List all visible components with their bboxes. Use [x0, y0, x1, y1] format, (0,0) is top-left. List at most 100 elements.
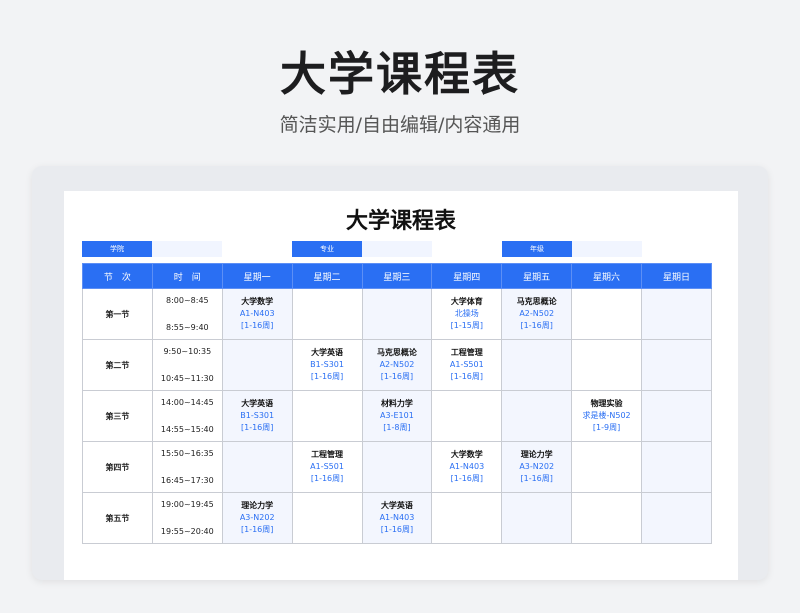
course-room: A1-S501: [310, 462, 344, 471]
course-room: A3-E101: [380, 411, 414, 420]
time-cell: 8:00~8:45 8:55~9:40: [151, 288, 223, 340]
time-cell: 19:00~19:45 19:55~20:40: [151, 492, 223, 544]
course-cell[interactable]: 工程管理 A1-S501 [1-16周]: [431, 339, 503, 391]
course-room: A1-N403: [379, 513, 415, 522]
course-cell[interactable]: [361, 288, 433, 340]
table-row: 第二节 9:50~10:35 10:45~11:30 大学英语 B1-S301 [1-16…: [82, 339, 712, 391]
column-header: 节 次: [82, 263, 153, 289]
course-weeks: [1-16周]: [520, 474, 553, 483]
course-cell[interactable]: [291, 390, 363, 442]
course-cell[interactable]: 马克思概论 A2-N502 [1-16周]: [361, 339, 433, 391]
course-cell[interactable]: [641, 339, 712, 391]
course-room: A3-N202: [239, 513, 275, 522]
hero-title: 大学课程表: [280, 47, 520, 101]
schedule-body: 第一节 8:00~8:45 8:55~9:40 大学数学 A1-N403 [1-16周] 大…: [82, 288, 712, 544]
info-value-major[interactable]: [362, 241, 432, 257]
course-cell[interactable]: 大学英语 A1-N403 [1-16周]: [361, 492, 433, 544]
course-cell[interactable]: [431, 390, 503, 442]
course-cell[interactable]: 材料力学 A3-E101 [1-8周]: [361, 390, 433, 442]
info-value-grade[interactable]: [572, 241, 642, 257]
course-name: 马克思概论: [516, 297, 557, 306]
time-cell: 9:50~10:35 10:45~11:30: [151, 339, 223, 391]
course-room: 北操场: [454, 309, 479, 318]
course-cell[interactable]: 大学数学 A1-N403 [1-16周]: [431, 441, 503, 493]
course-name: 马克思概论: [376, 348, 417, 357]
course-cell[interactable]: 大学英语 B1-S301 [1-16周]: [221, 390, 293, 442]
course-weeks: [1-16周]: [380, 372, 414, 381]
course-name: 大学英语: [241, 399, 274, 408]
course-room: A1-N403: [239, 309, 275, 318]
course-cell[interactable]: [361, 441, 433, 493]
course-cell[interactable]: [571, 288, 642, 340]
course-cell[interactable]: [641, 390, 712, 442]
table-row: 第三节 14:00~14:45 14:55~15:40 大学英语 B1-S301 [1-1…: [82, 390, 712, 442]
time-slot: 8:00~8:45: [165, 296, 209, 305]
course-cell[interactable]: [641, 492, 712, 544]
course-cell[interactable]: [291, 492, 363, 544]
column-header: 时 间: [151, 263, 223, 289]
course-weeks: [1-16周]: [520, 321, 553, 330]
time-cell: 14:00~14:45 14:55~15:40: [151, 390, 223, 442]
course-cell[interactable]: 大学英语 B1-S301 [1-16周]: [291, 339, 363, 391]
sheet-title: 大学课程表: [345, 209, 456, 234]
course-room: 求是楼-N502: [582, 411, 631, 420]
course-cell[interactable]: 理论力学 A3-N202 [1-16周]: [501, 441, 573, 493]
period-label: 第四节: [82, 441, 153, 493]
course-weeks: [1-16周]: [310, 372, 344, 381]
course-cell[interactable]: [221, 441, 293, 493]
course-name: 大学体育: [450, 297, 483, 306]
course-room: B1-S301: [310, 360, 344, 369]
course-room: A1-N403: [449, 462, 485, 471]
course-cell[interactable]: [641, 288, 712, 340]
info-label-major: 专业: [292, 241, 362, 257]
time-slot: 14:55~15:40: [160, 425, 214, 434]
course-room: A2-N502: [519, 309, 555, 318]
course-cell[interactable]: [571, 441, 642, 493]
time-slot: 10:45~11:30: [160, 374, 214, 383]
course-cell[interactable]: [291, 288, 363, 340]
course-cell[interactable]: 大学数学 A1-N403 [1-16周]: [221, 288, 293, 340]
course-weeks: [1-16周]: [240, 321, 274, 330]
course-cell[interactable]: [501, 339, 573, 391]
column-header: 星期三: [361, 263, 433, 289]
course-cell[interactable]: 马克思概论 A2-N502 [1-16周]: [501, 288, 573, 340]
course-name: 理论力学: [520, 450, 553, 459]
table-row: 第五节 19:00~19:45 19:55~20:40 理论力学 A3-N202 [1-1…: [82, 492, 712, 544]
course-cell[interactable]: [571, 339, 642, 391]
column-header: 星期六: [571, 263, 642, 289]
course-room: A1-S501: [449, 360, 484, 369]
course-name: 工程管理: [311, 450, 344, 459]
course-name: 理论力学: [241, 501, 274, 510]
column-header: 星期二: [291, 263, 363, 289]
course-cell[interactable]: [221, 339, 293, 391]
schedule-sheet: 大学课程表 学院 专业 年级 节 次时 间星期一 星期二 星期三 星期四 星期五 星期六星…: [64, 191, 738, 580]
course-weeks: [1-9周]: [592, 423, 621, 432]
course-cell[interactable]: [571, 492, 642, 544]
course-cell[interactable]: 大学体育北操场 [1-15周]: [431, 288, 503, 340]
course-room: A3-N202: [519, 462, 555, 471]
course-name: 大学数学: [241, 297, 274, 306]
course-weeks: [1-16周]: [310, 474, 344, 483]
course-cell[interactable]: 物理实验 求是楼-N502 [1-9周]: [571, 390, 642, 442]
course-weeks: [1-8周]: [383, 423, 411, 432]
course-cell[interactable]: 理论力学 A3-N202 [1-16周]: [221, 492, 293, 544]
column-header: 星期四: [431, 263, 503, 289]
course-cell[interactable]: [431, 492, 503, 544]
course-cell[interactable]: [501, 492, 573, 544]
course-weeks: [1-16周]: [240, 423, 274, 432]
info-label-college: 学院: [82, 241, 152, 257]
period-label: 第一节: [82, 288, 153, 340]
column-header: 星期一: [221, 263, 293, 289]
info-row: 学院 专业 年级: [82, 241, 712, 257]
column-header: 星期五: [501, 263, 573, 289]
course-weeks: [1-15周]: [450, 321, 484, 330]
course-cell[interactable]: [501, 390, 573, 442]
course-cell[interactable]: [641, 441, 712, 493]
course-room: B1-S301: [240, 411, 275, 420]
course-cell[interactable]: 工程管理 A1-S501 [1-16周]: [291, 441, 363, 493]
header-row: 节 次时 间星期一 星期二 星期三 星期四 星期五 星期六 星期日: [82, 263, 712, 289]
info-value-college[interactable]: [152, 241, 222, 257]
period-label: 第二节: [82, 339, 153, 391]
column-header: 星期日: [641, 263, 712, 289]
time-slot: 8:55~9:40: [165, 323, 209, 332]
